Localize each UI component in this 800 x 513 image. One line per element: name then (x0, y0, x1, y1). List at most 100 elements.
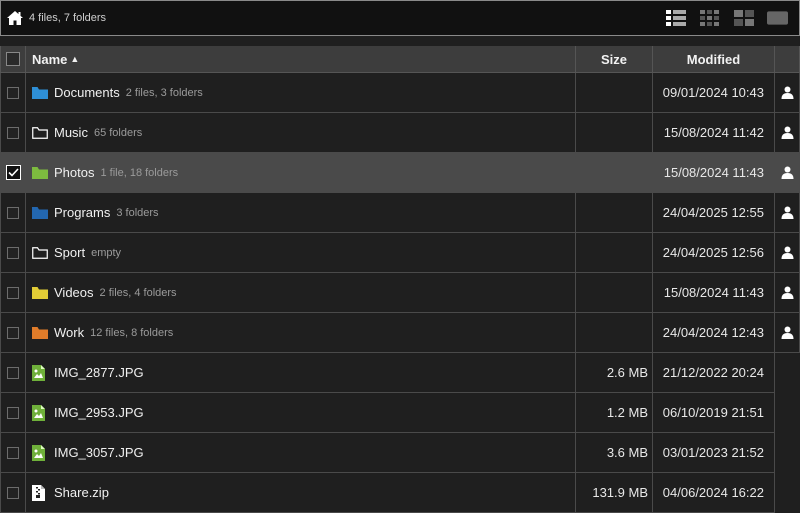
item-name[interactable]: Share.zip (54, 485, 109, 500)
row-checkbox[interactable] (7, 126, 19, 139)
item-name[interactable]: Photos (54, 165, 94, 180)
file-row[interactable]: IMG_3057.JPG 3.6 MB 03/01/2023 21:52 (0, 433, 800, 473)
size-cell: 131.9 MB (576, 473, 653, 513)
share-user-icon[interactable] (781, 246, 794, 259)
item-name[interactable]: IMG_2953.JPG (54, 405, 144, 420)
folder-row[interactable]: Programs 3 folders 24/04/2025 12:55 (0, 193, 800, 233)
small-grid-view-icon[interactable] (699, 10, 720, 26)
file-row[interactable]: IMG_2953.JPG 1.2 MB 06/10/2019 21:51 (0, 393, 800, 433)
item-modified: 04/06/2024 16:22 (662, 485, 764, 500)
size-cell (576, 193, 653, 233)
row-checkbox[interactable] (7, 486, 19, 499)
size-cell (576, 273, 653, 313)
modified-cell: 15/08/2024 11:43 (653, 273, 775, 313)
size-column-header[interactable]: Size (576, 46, 653, 73)
size-cell (576, 73, 653, 113)
size-cell: 3.6 MB (576, 433, 653, 473)
folder-row[interactable]: Photos 1 file, 18 folders 15/08/2024 11:43 (0, 153, 800, 193)
share-user-icon[interactable] (781, 126, 794, 139)
item-modified: 15/08/2024 11:43 (663, 165, 764, 180)
row-checkbox[interactable] (7, 206, 19, 219)
row-select-cell (0, 113, 26, 153)
share-user-icon[interactable] (781, 86, 794, 99)
name-cell: IMG_2953.JPG (26, 393, 576, 433)
item-meta: 2 files, 3 folders (125, 86, 203, 99)
size-cell: 2.6 MB (576, 353, 653, 393)
share-user-icon[interactable] (781, 286, 794, 299)
modified-cell: 06/10/2019 21:51 (653, 393, 775, 433)
item-name[interactable]: Documents (54, 85, 120, 100)
item-meta: 1 file, 18 folders (100, 166, 179, 179)
name-cell: IMG_3057.JPG (26, 433, 576, 473)
row-select-cell (0, 233, 26, 273)
file-row[interactable]: IMG_2877.JPG 2.6 MB 21/12/2022 20:24 (0, 353, 800, 393)
folder-summary: 4 files, 7 folders (29, 12, 107, 24)
file-row[interactable]: Share.zip 131.9 MB 04/06/2024 16:22 (0, 473, 800, 513)
row-checkbox[interactable] (7, 406, 19, 419)
item-modified: 15/08/2024 11:43 (663, 285, 764, 300)
home-icon[interactable] (5, 8, 25, 28)
zip-file-icon (32, 484, 49, 501)
name-cell: Programs 3 folders (26, 193, 576, 233)
folder-outline-icon (32, 126, 49, 140)
row-checkbox[interactable] (7, 246, 19, 259)
select-all-checkbox[interactable] (6, 52, 20, 66)
large-grid-view-icon[interactable] (733, 10, 754, 26)
row-checkbox[interactable] (7, 366, 19, 379)
image-file-icon (32, 404, 49, 421)
item-meta: 65 folders (93, 126, 143, 139)
row-select-cell (0, 273, 26, 313)
share-user-icon[interactable] (781, 326, 794, 339)
row-checkbox[interactable] (7, 286, 19, 299)
size-cell (576, 113, 653, 153)
item-modified: 21/12/2022 20:24 (662, 365, 764, 380)
actions-cell (775, 153, 800, 193)
item-meta: 12 files, 8 folders (90, 326, 174, 339)
name-cell: Share.zip (26, 473, 576, 513)
list-view-icon[interactable] (665, 10, 686, 26)
folder-green-icon (32, 166, 49, 180)
select-all-cell (0, 46, 26, 73)
modified-cell: 04/06/2024 16:22 (653, 473, 775, 513)
folder-row[interactable]: Sport empty 24/04/2025 12:56 (0, 233, 800, 273)
item-name[interactable]: Programs (54, 205, 110, 220)
item-modified: 06/10/2019 21:51 (662, 405, 764, 420)
item-meta: 3 folders (116, 206, 159, 219)
folder-row[interactable]: Work 12 files, 8 folders 24/04/2024 12:43 (0, 313, 800, 353)
item-modified: 24/04/2025 12:56 (662, 245, 764, 260)
row-checkbox[interactable] (7, 326, 19, 339)
item-name[interactable]: IMG_3057.JPG (54, 445, 144, 460)
name-column-header[interactable]: Name ▲ (26, 46, 576, 73)
modified-column-header[interactable]: Modified (653, 46, 775, 73)
size-cell: 1.2 MB (576, 393, 653, 433)
actions-cell (775, 313, 800, 353)
row-select-cell (0, 433, 26, 473)
row-checkbox-checked[interactable] (5, 165, 21, 180)
row-select-cell (0, 313, 26, 353)
item-name[interactable]: IMG_2877.JPG (54, 365, 144, 380)
folder-row[interactable]: Videos 2 files, 4 folders 15/08/2024 11:43 (0, 273, 800, 313)
name-cell: Work 12 files, 8 folders (26, 313, 576, 353)
modified-header-label: Modified (686, 51, 741, 67)
size-cell (576, 313, 653, 353)
share-user-icon[interactable] (781, 206, 794, 219)
actions-cell (775, 193, 800, 233)
actions-cell (775, 73, 800, 113)
share-user-icon[interactable] (781, 166, 794, 179)
modified-cell: 24/04/2025 12:56 (653, 233, 775, 273)
folder-row[interactable]: Music 65 folders 15/08/2024 11:42 (0, 113, 800, 153)
row-checkbox[interactable] (7, 446, 19, 459)
preview-view-icon[interactable] (767, 10, 788, 26)
item-name[interactable]: Work (54, 325, 84, 340)
row-checkbox[interactable] (7, 86, 19, 99)
item-name[interactable]: Music (54, 125, 88, 140)
modified-cell: 15/08/2024 11:42 (653, 113, 775, 153)
image-file-icon (32, 444, 49, 461)
item-name[interactable]: Videos (54, 285, 94, 300)
sort-ascending-icon: ▲ (70, 54, 80, 64)
item-name[interactable]: Sport (54, 245, 85, 260)
folder-darkblue-icon (32, 206, 49, 220)
image-file-icon (32, 364, 49, 381)
modified-cell: 03/01/2023 21:52 (653, 433, 775, 473)
folder-row[interactable]: Documents 2 files, 3 folders 09/01/2024 10… (0, 73, 800, 113)
